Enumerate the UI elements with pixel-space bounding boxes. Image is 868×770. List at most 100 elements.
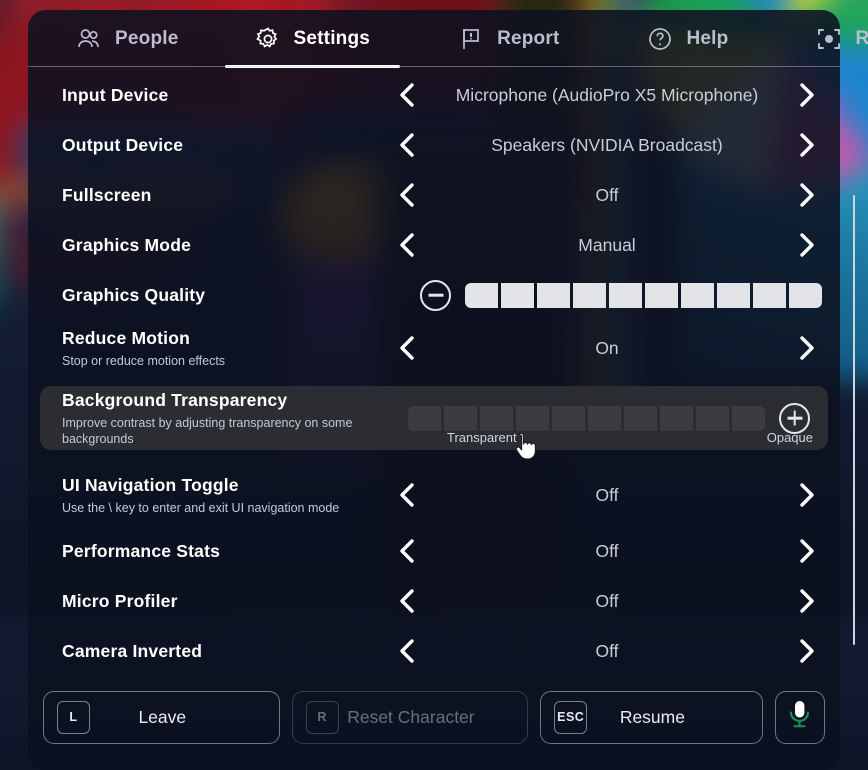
setting-value: Off: [595, 590, 619, 611]
slider-segment[interactable]: [408, 405, 441, 431]
slider-caption-right: Opaque: [766, 430, 813, 445]
graphics-quality-slider[interactable]: [465, 282, 822, 308]
setting-title: Micro Profiler: [62, 590, 178, 611]
record-icon: [816, 26, 842, 52]
slider-segment[interactable]: [789, 282, 822, 308]
setting-value: Off: [595, 640, 619, 661]
setting-row-camera-inverted: Camera Inverted Off: [28, 626, 840, 673]
setting-title: Camera Inverted: [62, 640, 203, 661]
background-transparency-slider[interactable]: [408, 405, 765, 431]
decrease-graphics-quality-button[interactable]: [420, 279, 451, 311]
next-arrow-reduce-motion[interactable]: [792, 333, 822, 363]
next-arrow-graphics-mode[interactable]: [792, 230, 822, 260]
next-arrow-output-device[interactable]: [792, 130, 822, 160]
microphone-icon: [786, 699, 813, 735]
leave-label: Leave: [138, 706, 187, 727]
next-arrow-input-device[interactable]: [792, 80, 822, 110]
prev-arrow-camera-inverted[interactable]: [392, 636, 422, 666]
next-arrow-micro-profiler[interactable]: [792, 586, 822, 616]
nav-item-people[interactable]: People: [72, 10, 183, 68]
slider-segment[interactable]: [717, 282, 750, 308]
setting-value: Off: [595, 184, 619, 205]
top-navigation: People Settings Report Help R: [28, 10, 868, 68]
nav-label-record: Record: [855, 28, 868, 49]
setting-value: Microphone (AudioPro X5 Microphone): [455, 84, 759, 105]
resume-label: Resume: [619, 706, 685, 727]
nav-label-people: People: [115, 28, 179, 49]
setting-title: Graphics Quality: [62, 284, 206, 305]
flag-icon: [458, 26, 484, 52]
increase-background-transparency-button[interactable]: [779, 402, 810, 434]
setting-row-background-transparency: Background Transparency Improve contrast…: [40, 386, 828, 450]
setting-row-output-device: Output Device Speakers (NVIDIA Broadcast…: [28, 120, 840, 170]
resume-button[interactable]: ESC Resume: [540, 690, 763, 744]
setting-row-fullscreen: Fullscreen Off: [28, 170, 840, 220]
slider-caption-left: Transparent: [447, 430, 517, 445]
next-arrow-camera-inverted[interactable]: [792, 636, 822, 666]
setting-value: Manual: [578, 234, 636, 255]
next-arrow-performance-stats[interactable]: [792, 536, 822, 566]
nav-item-report[interactable]: Report: [454, 10, 563, 68]
slider-segment[interactable]: [501, 282, 534, 308]
slider-segment[interactable]: [696, 405, 729, 431]
nav-underline-divider: [28, 66, 840, 67]
prev-arrow-ui-navigation-toggle[interactable]: [392, 480, 422, 510]
setting-title: Fullscreen: [62, 184, 152, 205]
prev-arrow-micro-profiler[interactable]: [392, 586, 422, 616]
setting-row-micro-profiler: Micro Profiler Off: [28, 576, 840, 626]
reset-character-button[interactable]: R Reset Character: [291, 690, 529, 744]
slider-segment[interactable]: [573, 282, 606, 308]
slider-segment[interactable]: [537, 282, 570, 308]
settings-scrollbar[interactable]: [853, 195, 855, 645]
setting-title: Graphics Mode: [62, 234, 192, 255]
slider-segment[interactable]: [753, 282, 786, 308]
nav-item-help[interactable]: Help: [643, 10, 732, 68]
prev-arrow-fullscreen[interactable]: [392, 180, 422, 210]
slider-segment[interactable]: [552, 405, 585, 431]
nav-label-help: Help: [686, 28, 729, 49]
slider-segment[interactable]: [465, 282, 498, 308]
bottom-action-bar: L Leave R Reset Character ESC Resume: [28, 674, 840, 760]
slider-segment[interactable]: [660, 405, 693, 431]
slider-segment[interactable]: [645, 282, 678, 308]
slider-segment[interactable]: [609, 282, 642, 308]
prev-arrow-graphics-mode[interactable]: [392, 230, 422, 260]
slider-segment[interactable]: [516, 405, 549, 431]
settings-scroll-area[interactable]: Input Device Microphone (AudioPro X5 Mic…: [28, 70, 840, 673]
setting-title: Input Device: [62, 84, 169, 105]
setting-value: Off: [595, 540, 619, 561]
setting-title: UI Navigation Toggle: [62, 474, 239, 495]
setting-subtitle: Stop or reduce motion effects: [62, 353, 226, 368]
next-arrow-fullscreen[interactable]: [792, 180, 822, 210]
setting-subtitle: Use the \ key to enter and exit UI navig…: [62, 500, 340, 515]
setting-row-input-device: Input Device Microphone (AudioPro X5 Mic…: [28, 70, 840, 120]
setting-value: Speakers (NVIDIA Broadcast): [491, 134, 723, 155]
nav-label-report: Report: [497, 28, 560, 49]
next-arrow-ui-navigation-toggle[interactable]: [792, 480, 822, 510]
slider-segment[interactable]: [624, 405, 657, 431]
prev-arrow-reduce-motion[interactable]: [392, 333, 422, 363]
prev-arrow-input-device[interactable]: [392, 80, 422, 110]
setting-title: Output Device: [62, 134, 184, 155]
setting-row-performance-stats: Performance Stats Off: [28, 526, 840, 576]
prev-arrow-performance-stats[interactable]: [392, 536, 422, 566]
setting-row-graphics-quality: Graphics Quality: [28, 270, 840, 320]
nav-item-record[interactable]: Record: [812, 10, 868, 68]
reset-character-label: Reset Character: [347, 706, 475, 727]
setting-title: Performance Stats: [62, 540, 221, 561]
people-icon: [76, 26, 102, 52]
slider-segment[interactable]: [444, 405, 477, 431]
reset-key-badge: R: [305, 700, 339, 734]
slider-segment[interactable]: [681, 282, 714, 308]
nav-item-settings[interactable]: Settings: [224, 10, 400, 68]
slider-segment[interactable]: [588, 405, 621, 431]
slider-segment[interactable]: [480, 405, 513, 431]
setting-row-ui-navigation-toggle: UI Navigation Toggle Use the \ key to en…: [28, 464, 840, 526]
prev-arrow-output-device[interactable]: [392, 130, 422, 160]
microphone-toggle-button[interactable]: [774, 690, 826, 744]
slider-segment[interactable]: [732, 405, 765, 431]
setting-value: On: [595, 337, 619, 358]
gear-icon: [255, 26, 281, 52]
leave-button[interactable]: L Leave: [43, 690, 280, 744]
question-icon: [647, 26, 673, 52]
